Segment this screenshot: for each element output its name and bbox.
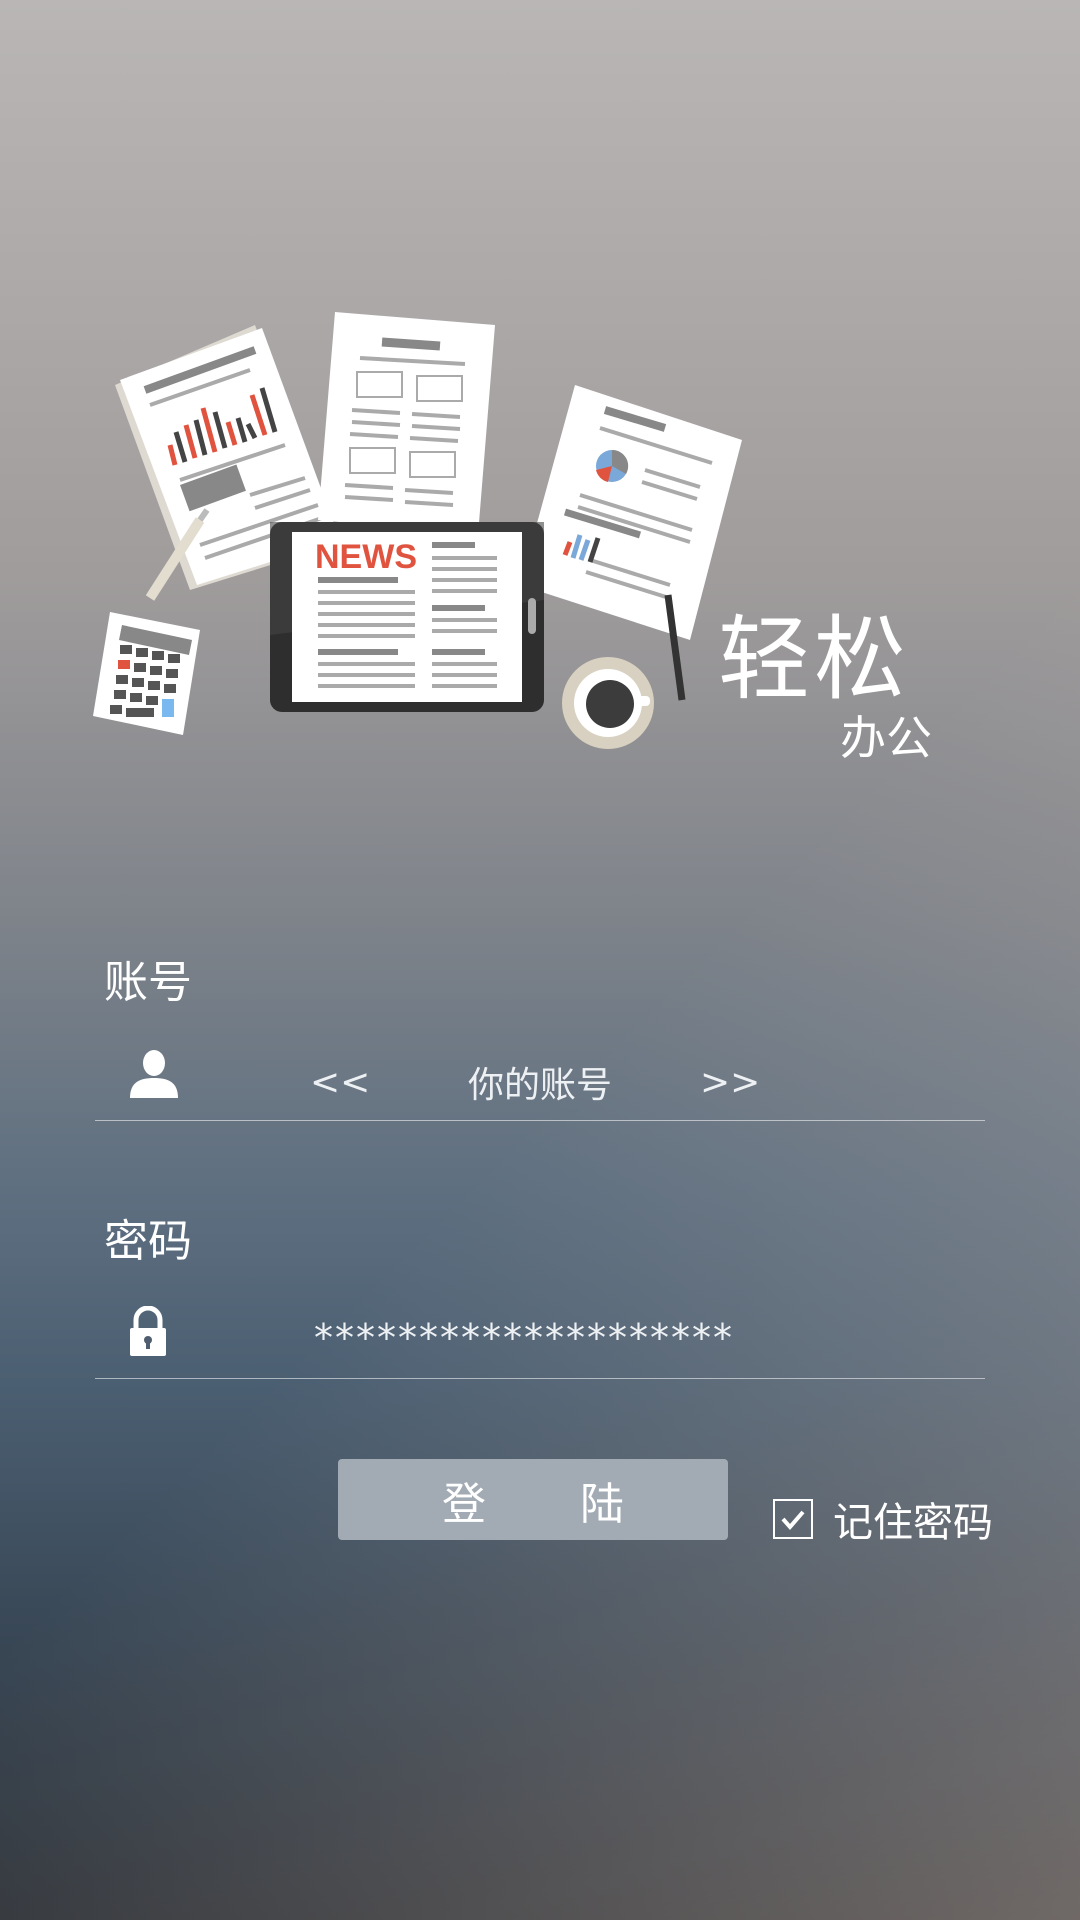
login-button[interactable]: 登 陆 xyxy=(338,1459,728,1540)
remember-password[interactable]: 记住密码 xyxy=(773,1490,993,1548)
slogan-main: 轻松 xyxy=(718,606,911,713)
remember-label: 记住密码 xyxy=(833,1500,993,1546)
account-input[interactable]: << 你的账号 >> xyxy=(310,1052,870,1112)
news-label: NEWS xyxy=(315,538,417,576)
slogan-sub: 办公 xyxy=(840,711,932,765)
checkmark-icon xyxy=(781,1510,805,1531)
layout-document-icon xyxy=(318,312,495,535)
calculator-icon xyxy=(93,612,200,735)
account-label: 账号 xyxy=(104,957,192,1008)
account-right-arrow: >> xyxy=(700,1061,761,1103)
remember-checkbox[interactable] xyxy=(773,1499,813,1539)
lock-icon xyxy=(130,1306,166,1356)
office-illustration: NEWS xyxy=(93,312,742,749)
account-placeholder: 你的账号 xyxy=(467,1065,612,1106)
user-icon xyxy=(130,1050,178,1098)
account-underline xyxy=(95,1120,985,1121)
password-label: 密码 xyxy=(104,1216,192,1267)
pie-document-icon xyxy=(520,385,742,640)
account-left-arrow: << xyxy=(310,1061,371,1103)
password-underline xyxy=(95,1378,985,1379)
news-tablet-icon: NEWS xyxy=(270,522,544,712)
coffee-cup-icon xyxy=(562,657,654,749)
password-input[interactable]: ******************** xyxy=(314,1308,954,1368)
